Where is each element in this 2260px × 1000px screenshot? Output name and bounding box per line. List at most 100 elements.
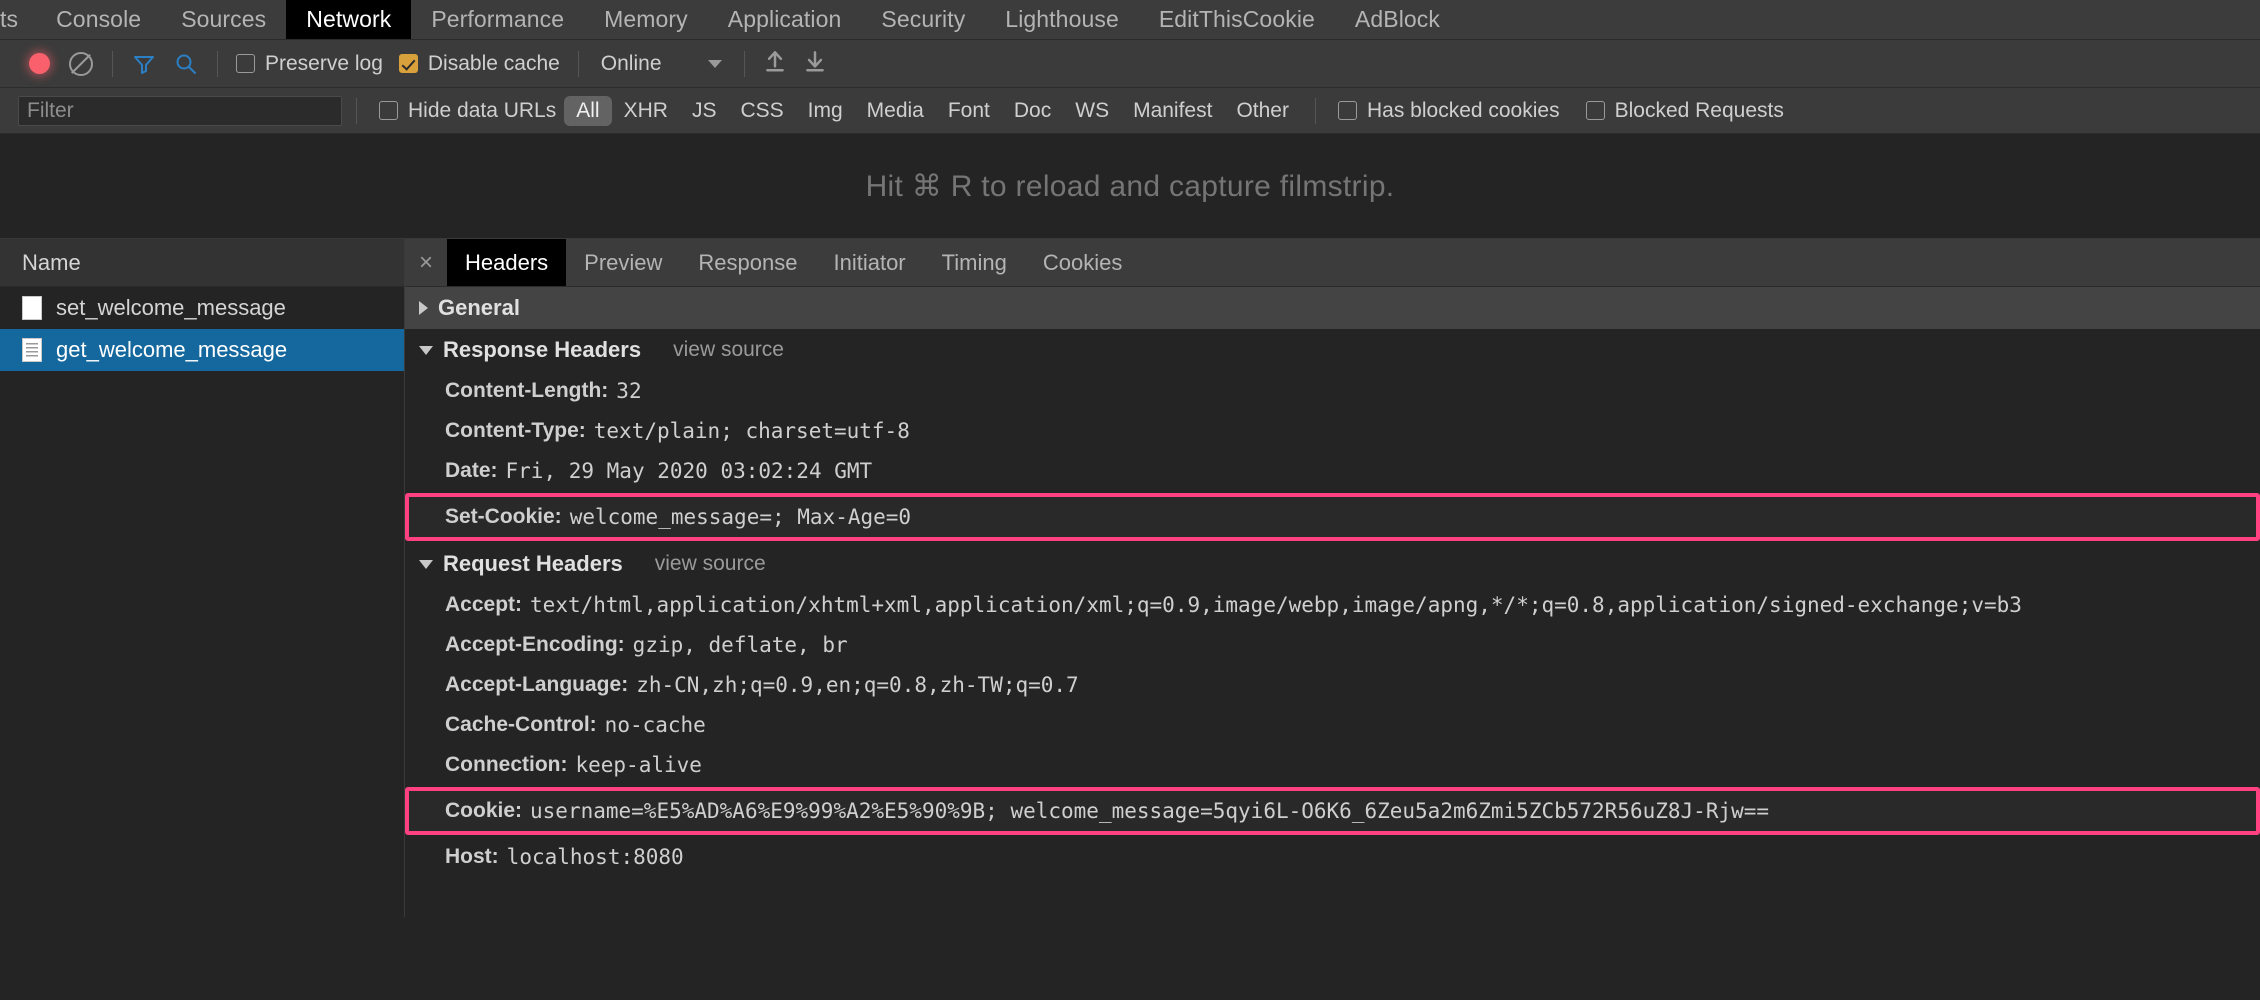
panel-tab-security[interactable]: Security	[861, 0, 985, 39]
request-list-header[interactable]: Name	[0, 239, 404, 287]
type-filter-css[interactable]: CSS	[728, 96, 795, 126]
tab-timing[interactable]: Timing	[924, 239, 1025, 286]
disable-cache-checkbox[interactable]: Disable cache	[398, 51, 560, 76]
panel-tab-label: Network	[306, 6, 392, 32]
header-name: Set-Cookie:	[445, 505, 562, 528]
panel-tab-ts[interactable]: ts	[0, 0, 36, 39]
search-icon	[174, 52, 198, 76]
checkbox-box-checked	[398, 54, 418, 73]
hide-data-urls-checkbox[interactable]: Hide data URLs	[379, 99, 556, 123]
header-row-host: Host: localhost:8080	[405, 837, 2260, 877]
section-title: General	[438, 295, 520, 320]
panel-tab-label: ts	[0, 6, 19, 32]
header-name: Content-Length:	[445, 379, 609, 402]
header-row-accept-encoding: Accept-Encoding: gzip, deflate, br	[405, 625, 2260, 665]
hide-data-urls-label: Hide data URLs	[408, 98, 557, 122]
network-toolbar: Preserve log Disable cache Online	[0, 40, 2260, 88]
checkbox-box	[1585, 101, 1605, 120]
panel-tab-memory[interactable]: Memory	[584, 0, 708, 39]
tab-headers[interactable]: Headers	[447, 239, 567, 286]
tab-preview[interactable]: Preview	[566, 239, 680, 286]
type-filter-all[interactable]: All	[564, 95, 612, 126]
panel-tab-console[interactable]: Console	[36, 0, 161, 39]
search-toggle-button[interactable]	[165, 43, 207, 85]
header-row-date: Date: Fri, 29 May 2020 03:02:24 GMT	[405, 451, 2260, 491]
filterbar-divider-2	[1314, 97, 1316, 124]
header-row-content-length: Content-Length: 32	[405, 371, 2260, 411]
type-filter-js[interactable]: JS	[680, 96, 729, 126]
close-glyph: ×	[418, 248, 433, 276]
panel-tab-label: Lighthouse	[1005, 6, 1119, 32]
tab-response[interactable]: Response	[680, 239, 815, 286]
throttling-dropdown[interactable]: Online	[601, 52, 722, 76]
panel-tab-editthiscookie[interactable]: EditThisCookie	[1139, 0, 1335, 39]
header-name: Accept-Encoding:	[445, 633, 625, 656]
header-value: localhost:8080	[506, 845, 684, 869]
panel-tab-adblock[interactable]: AdBlock	[1335, 0, 1460, 39]
view-source-link[interactable]: view source	[655, 552, 766, 576]
tab-cookies[interactable]: Cookies	[1025, 239, 1140, 286]
header-name: Accept-Language:	[445, 673, 629, 696]
record-button[interactable]	[18, 43, 60, 85]
type-filter-xhr[interactable]: XHR	[612, 96, 680, 126]
tab-initiator[interactable]: Initiator	[815, 239, 923, 286]
has-blocked-cookies-label: Has blocked cookies	[1366, 98, 1560, 122]
clear-button[interactable]	[60, 43, 102, 85]
tab-label: Preview	[584, 249, 663, 275]
section-general[interactable]: General	[405, 287, 2260, 329]
checkbox-box	[379, 101, 398, 120]
export-har-button[interactable]	[795, 44, 835, 84]
disable-cache-label: Disable cache	[427, 51, 560, 75]
header-value: text/html,application/xhtml+xml,applicat…	[530, 593, 2022, 617]
header-value: gzip, deflate, br	[632, 633, 848, 657]
header-name: Content-Type:	[445, 419, 586, 442]
filter-toggle-button[interactable]	[123, 43, 165, 85]
type-filter-ws[interactable]: WS	[1063, 96, 1121, 126]
header-row-cookie-highlighted: Cookie: username=%E5%AD%A6%E9%99%A2%E5%9…	[405, 787, 2260, 835]
panel-tab-performance[interactable]: Performance	[411, 0, 584, 39]
panel-tab-network[interactable]: Network	[286, 0, 412, 39]
request-name: set_welcome_message	[56, 295, 286, 320]
type-filter-manifest[interactable]: Manifest	[1121, 96, 1224, 126]
record-icon	[28, 53, 50, 74]
request-row-set-welcome-message[interactable]: set_welcome_message	[0, 287, 404, 329]
request-name: get_welcome_message	[56, 337, 288, 362]
resource-type-filters: All XHR JS CSS Img Media Font Doc WS Man…	[564, 95, 1301, 126]
type-filter-other[interactable]: Other	[1224, 96, 1301, 126]
header-name: Cache-Control:	[445, 713, 597, 736]
header-value: keep-alive	[575, 753, 702, 777]
panel-tab-application[interactable]: Application	[708, 0, 862, 39]
clear-icon	[69, 51, 93, 76]
header-row-accept-language: Accept-Language: zh-CN,zh;q=0.9,en;q=0.8…	[405, 665, 2260, 705]
toolbar-divider-1	[112, 50, 113, 77]
filter-input[interactable]	[18, 95, 342, 126]
tab-label: Headers	[465, 249, 549, 275]
section-response-headers[interactable]: Response Headers view source	[405, 329, 2260, 371]
devtools-panel-tabbar: ts Console Sources Network Performance M…	[0, 0, 2260, 40]
type-filter-doc[interactable]: Doc	[1002, 96, 1063, 126]
request-row-get-welcome-message[interactable]: get_welcome_message	[0, 329, 404, 371]
preserve-log-checkbox[interactable]: Preserve log	[236, 52, 383, 76]
column-header-name: Name	[22, 249, 81, 275]
type-filter-img[interactable]: Img	[796, 96, 855, 126]
header-value: text/plain; charset=utf-8	[593, 419, 910, 443]
upload-arrow-icon	[762, 48, 788, 79]
details-tabbar: × Headers Preview Response Initiator Tim…	[405, 239, 2260, 287]
type-filter-media[interactable]: Media	[855, 96, 936, 126]
type-filter-font[interactable]: Font	[936, 96, 1002, 126]
header-row-content-type: Content-Type: text/plain; charset=utf-8	[405, 411, 2260, 451]
view-source-link[interactable]: view source	[673, 338, 784, 362]
import-har-button[interactable]	[755, 44, 795, 84]
panel-tab-sources[interactable]: Sources	[161, 0, 286, 39]
blocked-requests-checkbox[interactable]: Blocked Requests	[1585, 99, 1784, 123]
network-filterbar: Hide data URLs All XHR JS CSS Img Media …	[0, 88, 2260, 134]
has-blocked-cookies-checkbox[interactable]: Has blocked cookies	[1337, 98, 1560, 123]
panel-tab-lighthouse[interactable]: Lighthouse	[985, 0, 1139, 39]
filmstrip-message: Hit ⌘ R to reload and capture filmstrip.	[865, 169, 1395, 203]
section-request-headers[interactable]: Request Headers view source	[405, 543, 2260, 585]
document-icon	[22, 296, 42, 320]
close-icon[interactable]: ×	[405, 239, 447, 286]
filterbar-divider-1	[356, 97, 357, 124]
header-value: welcome_message=; Max-Age=0	[569, 505, 912, 529]
panel-tab-label: AdBlock	[1354, 6, 1440, 32]
